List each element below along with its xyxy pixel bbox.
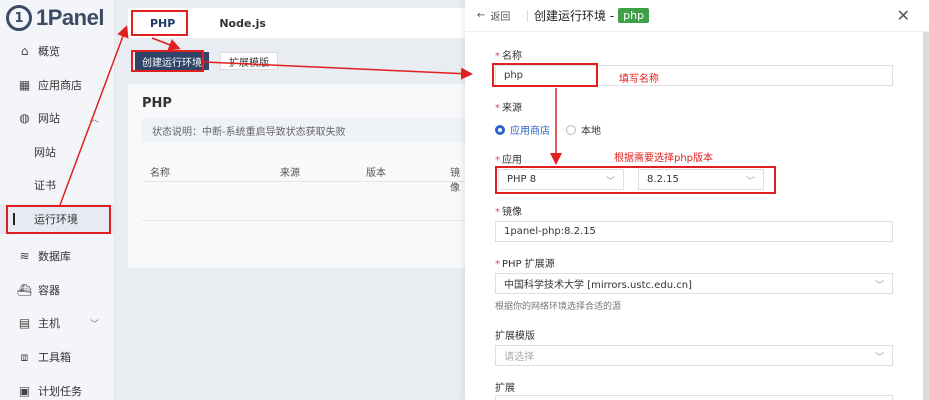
logo-icon: 1 (6, 5, 32, 31)
annotation-choose-version: 根据需要选择php版本 (614, 153, 714, 164)
image-label: * 镜像 (495, 203, 522, 218)
radio-label: 应用商店 (510, 126, 550, 137)
sidebar-item-overview[interactable]: ⌂ 概览 (0, 36, 115, 66)
name-label: * 名称 (495, 47, 522, 62)
required-mark: * (495, 51, 500, 62)
ext-template-select[interactable]: 请选择 ﹀ (495, 345, 893, 366)
back-button[interactable]: ← 返回 (477, 8, 510, 23)
app-label: * 应用 (495, 151, 522, 166)
toolbox-icon: ⧈ (20, 349, 29, 364)
annotation-box-runtime (6, 205, 111, 234)
ext-template-label: 扩展模版 (495, 331, 535, 342)
sidebar-item-label: 概览 (38, 45, 60, 58)
calendar-icon: ▣ (18, 384, 31, 398)
image-value: 1panel-php:8.2.15 (504, 226, 596, 237)
globe-icon: ◍ (19, 111, 30, 125)
annotation-fill-name: 填写名称 (619, 74, 659, 85)
required-mark: * (495, 259, 500, 270)
sidebar-item-host[interactable]: ▤ 主机 ﹀ (0, 308, 115, 338)
runtime-type-tag: php (618, 8, 650, 23)
radio-label: 本地 (581, 126, 601, 137)
source-radio-app-store[interactable]: 应用商店 (495, 122, 550, 137)
sidebar-item-label: 容器 (38, 284, 60, 297)
sidebar-item-container[interactable]: ⛴ 容器 (0, 275, 115, 305)
chevron-down-icon: ﹀ (89, 319, 99, 330)
sidebar-subitem-website[interactable]: 网站 (0, 137, 115, 167)
arrow-left-icon: ← (477, 10, 486, 21)
sidebar-item-label: 主机 (38, 317, 60, 330)
ext-source-select[interactable]: 中国科学技术大学 [mirrors.ustc.edu.cn] ﹀ (495, 273, 893, 294)
sidebar-subitem-certificate[interactable]: 证书 (0, 170, 115, 200)
source-label: * 来源 (495, 99, 522, 114)
column-name: 名称 (150, 168, 170, 179)
ext-source-label-text: PHP 扩展源 (502, 259, 555, 270)
drawer-title-text: 创建运行环境 - (534, 9, 615, 23)
table-divider (142, 220, 466, 221)
host-icon: ▤ (18, 316, 31, 330)
app-logo[interactable]: 1 1Panel (6, 2, 104, 34)
chevron-down-icon: ﹀ (874, 281, 884, 291)
ext-source-value: 中国科学技术大学 [mirrors.ustc.edu.cn] (504, 280, 692, 291)
status-note: 状态说明：中断-系统重启导致状态获取失败 (142, 118, 466, 142)
home-icon: ⌂ (20, 44, 29, 58)
header-separator (527, 10, 528, 22)
ext-input[interactable] (495, 395, 893, 400)
sidebar-item-label: 网站 (34, 146, 56, 159)
sidebar-item-label: 数据库 (38, 250, 71, 263)
ext-template-placeholder: 请选择 (504, 352, 534, 363)
required-mark: * (495, 207, 500, 218)
annotation-box-php-tab (131, 10, 188, 36)
sidebar-item-app-store[interactable]: ▦ 应用商店 (0, 70, 115, 100)
close-icon[interactable]: ✕ (897, 6, 910, 25)
scrollbar-thumb[interactable] (923, 32, 929, 400)
logo-text: 1Panel (36, 5, 104, 30)
sidebar-item-label: 网站 (38, 112, 60, 125)
required-mark: * (495, 103, 500, 114)
ext-source-hint: 根据你的网络环境选择合适的源 (495, 302, 622, 312)
sidebar-item-cron[interactable]: ▣ 计划任务 (0, 376, 115, 400)
column-version: 版本 (366, 168, 386, 179)
sidebar-item-label: 证书 (34, 179, 56, 192)
drawer-header: ← 返回 创建运行环境 - php ✕ (465, 0, 929, 32)
source-radio-local[interactable]: 本地 (566, 122, 601, 137)
panel-title: PHP (142, 96, 172, 111)
table-header: 名称 来源 版本 镜像 (142, 156, 466, 194)
chevron-down-icon: ﹀ (874, 353, 884, 363)
ext-label: 扩展 (495, 383, 515, 394)
tab-nodejs[interactable]: Node.js (197, 8, 288, 38)
sidebar-item-label: 计划任务 (38, 385, 82, 398)
image-input[interactable]: 1panel-php:8.2.15 (495, 221, 893, 242)
sidebar-item-label: 工具箱 (38, 351, 71, 364)
annotation-box-name (492, 63, 598, 87)
container-icon: ⛴ (16, 283, 33, 297)
sidebar-item-website[interactable]: ◍ 网站 ︿ (0, 103, 115, 133)
chevron-up-icon: ︿ (89, 114, 99, 125)
column-source: 来源 (280, 168, 300, 179)
grid-icon: ▦ (18, 78, 31, 92)
sidebar: 1 1Panel ⌂ 概览 ▦ 应用商店 ◍ 网站 ︿ 网站 证书 运行环境 ≋… (0, 0, 115, 400)
app-label-text: 应用 (502, 155, 522, 166)
extension-template-button[interactable]: 扩展模版 (220, 52, 278, 70)
create-runtime-drawer: ← 返回 创建运行环境 - php ✕ * 名称 php * 来源 应用商店 本地 … (465, 0, 929, 400)
annotation-box-version (495, 166, 776, 194)
database-icon: ≋ (19, 249, 30, 263)
sidebar-item-database[interactable]: ≋ 数据库 (0, 241, 115, 271)
back-label: 返回 (490, 12, 511, 23)
drawer-title: 创建运行环境 - php (534, 7, 650, 24)
required-mark: * (495, 155, 500, 166)
ext-source-label: * PHP 扩展源 (495, 255, 555, 270)
drawer-scrollbar[interactable] (923, 32, 929, 400)
source-label-text: 来源 (502, 103, 522, 114)
name-label-text: 名称 (502, 51, 522, 62)
radio-checked-icon (495, 124, 505, 135)
runtime-panel: PHP 状态说明：中断-系统重启导致状态获取失败 名称 来源 版本 镜像 (128, 84, 466, 268)
annotation-box-create-button (131, 50, 204, 72)
image-label-text: 镜像 (502, 207, 522, 218)
radio-unchecked-icon (566, 124, 576, 135)
sidebar-item-label: 应用商店 (38, 79, 82, 92)
sidebar-item-toolbox[interactable]: ⧈ 工具箱 (0, 342, 115, 372)
column-image: 镜像 (450, 168, 460, 194)
